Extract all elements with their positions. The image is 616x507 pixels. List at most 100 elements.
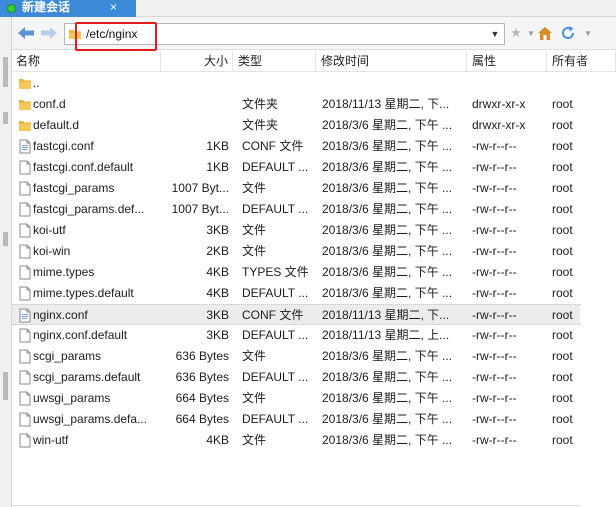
close-tab-icon[interactable]: × <box>110 0 117 14</box>
file-type: 文件 <box>242 433 267 447</box>
file-name: mime.types <box>33 265 95 279</box>
file-modified: 2018/3/6 星期二, 下午 ... <box>322 265 453 279</box>
panel-marker <box>3 232 8 246</box>
panel-marker <box>3 112 8 124</box>
file-name: win-utf <box>33 433 69 447</box>
file-type: DEFAULT ... <box>242 202 309 216</box>
column-header-permissions[interactable]: 属性 <box>468 51 547 72</box>
file-owner: root <box>552 328 573 342</box>
home-button[interactable] <box>535 23 555 43</box>
file-modified: 2018/3/6 星期二, 下午 ... <box>322 391 453 405</box>
forward-arrow-icon <box>41 27 57 39</box>
file-modified: 2018/3/6 星期二, 下午 ... <box>322 370 453 384</box>
file-modified: 2018/3/6 星期二, 下午 ... <box>322 433 453 447</box>
file-type: 文件 <box>242 244 267 258</box>
file-owner: root <box>552 308 573 322</box>
back-button[interactable] <box>16 23 36 43</box>
file-type: DEFAULT ... <box>242 412 309 426</box>
file-size: 664 Bytes <box>175 412 229 426</box>
file-size: 4KB <box>206 286 229 300</box>
file-permissions: -rw-r--r-- <box>472 181 517 195</box>
file-name: fastcgi.conf.default <box>33 160 134 174</box>
file-owner: root <box>552 160 573 174</box>
file-name: mime.types.default <box>33 286 134 300</box>
file-size: 3KB <box>206 223 229 237</box>
panel-marker <box>3 372 8 400</box>
column-header-type[interactable]: 类型 <box>234 51 316 72</box>
file-row[interactable]: uwsgi_params 664 Bytes 文件 2018/3/6 星期二, 下午 … <box>12 388 580 409</box>
file-size: 636 Bytes <box>175 370 229 384</box>
file-modified: 2018/3/6 星期二, 下午 ... <box>322 139 453 153</box>
file-size: 1KB <box>206 139 229 153</box>
file-row[interactable]: koi-win 2KB 文件 2018/3/6 星期二, 下午 ... -rw-r--r… <box>12 241 580 262</box>
column-header-modified[interactable]: 修改时间 <box>317 51 467 72</box>
refresh-button[interactable] <box>558 23 578 43</box>
file-size: 664 Bytes <box>175 391 229 405</box>
file-modified: 2018/11/13 星期二, 下... <box>322 97 450 111</box>
file-type: DEFAULT ... <box>242 286 309 300</box>
file-row[interactable]: fastcgi_params 1007 Byt... 文件 2018/3/6 星期二,… <box>12 178 580 199</box>
file-row[interactable]: fastcgi.conf 1KB CONF 文件 2018/3/6 星期二, 下午 .… <box>12 136 580 157</box>
file-row[interactable]: conf.d 文件夹 2018/11/13 星期二, 下... drwxr-xr-x r… <box>12 94 580 115</box>
tab-title: 新建会话 <box>22 0 71 14</box>
path-dropdown-icon[interactable]: ▼ <box>489 26 501 42</box>
file-type: DEFAULT ... <box>242 370 309 384</box>
column-header-size[interactable]: 大小 <box>161 51 233 72</box>
file-type: 文件夹 <box>242 97 279 111</box>
file-name: scgi_params.default <box>33 370 141 384</box>
tab-strip: 新建会话 × <box>0 0 616 17</box>
file-modified: 2018/3/6 星期二, 下午 ... <box>322 160 453 174</box>
file-type: 文件夹 <box>242 118 279 132</box>
file-row[interactable]: win-utf 4KB 文件 2018/3/6 星期二, 下午 ... -rw-r--r… <box>12 430 580 451</box>
file-row[interactable]: uwsgi_params.defa... 664 Bytes DEFAULT ...… <box>12 409 580 430</box>
file-row[interactable]: nginx.conf.default 3KB DEFAULT ... 2018/11/… <box>12 325 580 346</box>
path-highlight-box <box>75 22 157 51</box>
file-name: nginx.conf.default <box>33 328 128 342</box>
file-size <box>161 94 229 115</box>
file-size: 1007 Byt... <box>171 181 229 195</box>
file-permissions: -rw-r--r-- <box>472 286 517 300</box>
file-row[interactable]: koi-utf 3KB 文件 2018/3/6 星期二, 下午 ... -rw-r--r… <box>12 220 580 241</box>
file-modified: 2018/11/13 星期二, 上... <box>322 328 450 342</box>
tab-new-session[interactable]: 新建会话 × <box>0 0 136 17</box>
file-row[interactable]: scgi_params 636 Bytes 文件 2018/3/6 星期二, 下午 .… <box>12 346 580 367</box>
refresh-dropdown-button[interactable]: ▼ <box>578 23 598 43</box>
file-name: nginx.conf <box>33 308 88 322</box>
file-owner: root <box>552 97 573 111</box>
file-permissions: -rw-r--r-- <box>472 370 517 384</box>
file-type: DEFAULT ... <box>242 160 309 174</box>
file-owner: root <box>552 433 573 447</box>
forward-button[interactable] <box>39 23 59 43</box>
file-modified: 2018/3/6 星期二, 下午 ... <box>322 118 453 132</box>
file-modified: 2018/11/13 星期二, 下... <box>322 308 450 322</box>
file-modified: 2018/3/6 星期二, 下午 ... <box>322 286 453 300</box>
file-row[interactable]: default.d 文件夹 2018/3/6 星期二, 下午 ... drwxr-xr… <box>12 115 580 136</box>
file-modified <box>322 73 468 94</box>
file-type <box>242 73 316 94</box>
file-name: .. <box>33 76 40 90</box>
file-row[interactable]: fastcgi_params.def... 1007 Byt... DEFAULT … <box>12 199 580 220</box>
file-permissions: drwxr-xr-x <box>472 118 526 132</box>
file-row[interactable]: fastcgi.conf.default 1KB DEFAULT ... 2018/3… <box>12 157 580 178</box>
file-permissions: -rw-r--r-- <box>472 202 517 216</box>
file-modified: 2018/3/6 星期二, 下午 ... <box>322 202 453 216</box>
file-name: default.d <box>33 118 80 132</box>
column-header-owner[interactable]: 所有者 <box>548 51 616 72</box>
file-list-header: 名称 大小 类型 修改时间 属性 所有者 <box>12 51 616 72</box>
file-owner: root <box>552 139 573 153</box>
file-owner: root <box>552 181 573 195</box>
file-row[interactable]: .. <box>12 73 580 94</box>
home-icon <box>538 26 552 40</box>
chevron-down-icon: ▼ <box>527 28 535 38</box>
file-size: 4KB <box>206 433 229 447</box>
file-name: koi-utf <box>33 223 66 237</box>
file-row[interactable]: mime.types 4KB TYPES 文件 2018/3/6 星期二, 下午 ..… <box>12 262 580 283</box>
file-row[interactable]: scgi_params.default 636 Bytes DEFAULT ... 2… <box>12 367 580 388</box>
file-row[interactable]: mime.types.default 4KB DEFAULT ... 2018/3/6… <box>12 283 580 304</box>
file-permissions: -rw-r--r-- <box>472 244 517 258</box>
right-margin <box>580 72 616 507</box>
file-row[interactable]: nginx.conf 3KB CONF 文件 2018/11/13 星期二, 下...… <box>12 304 580 325</box>
column-header-name[interactable]: 名称 <box>12 51 161 72</box>
file-name: conf.d <box>33 97 66 111</box>
file-permissions <box>472 73 548 94</box>
